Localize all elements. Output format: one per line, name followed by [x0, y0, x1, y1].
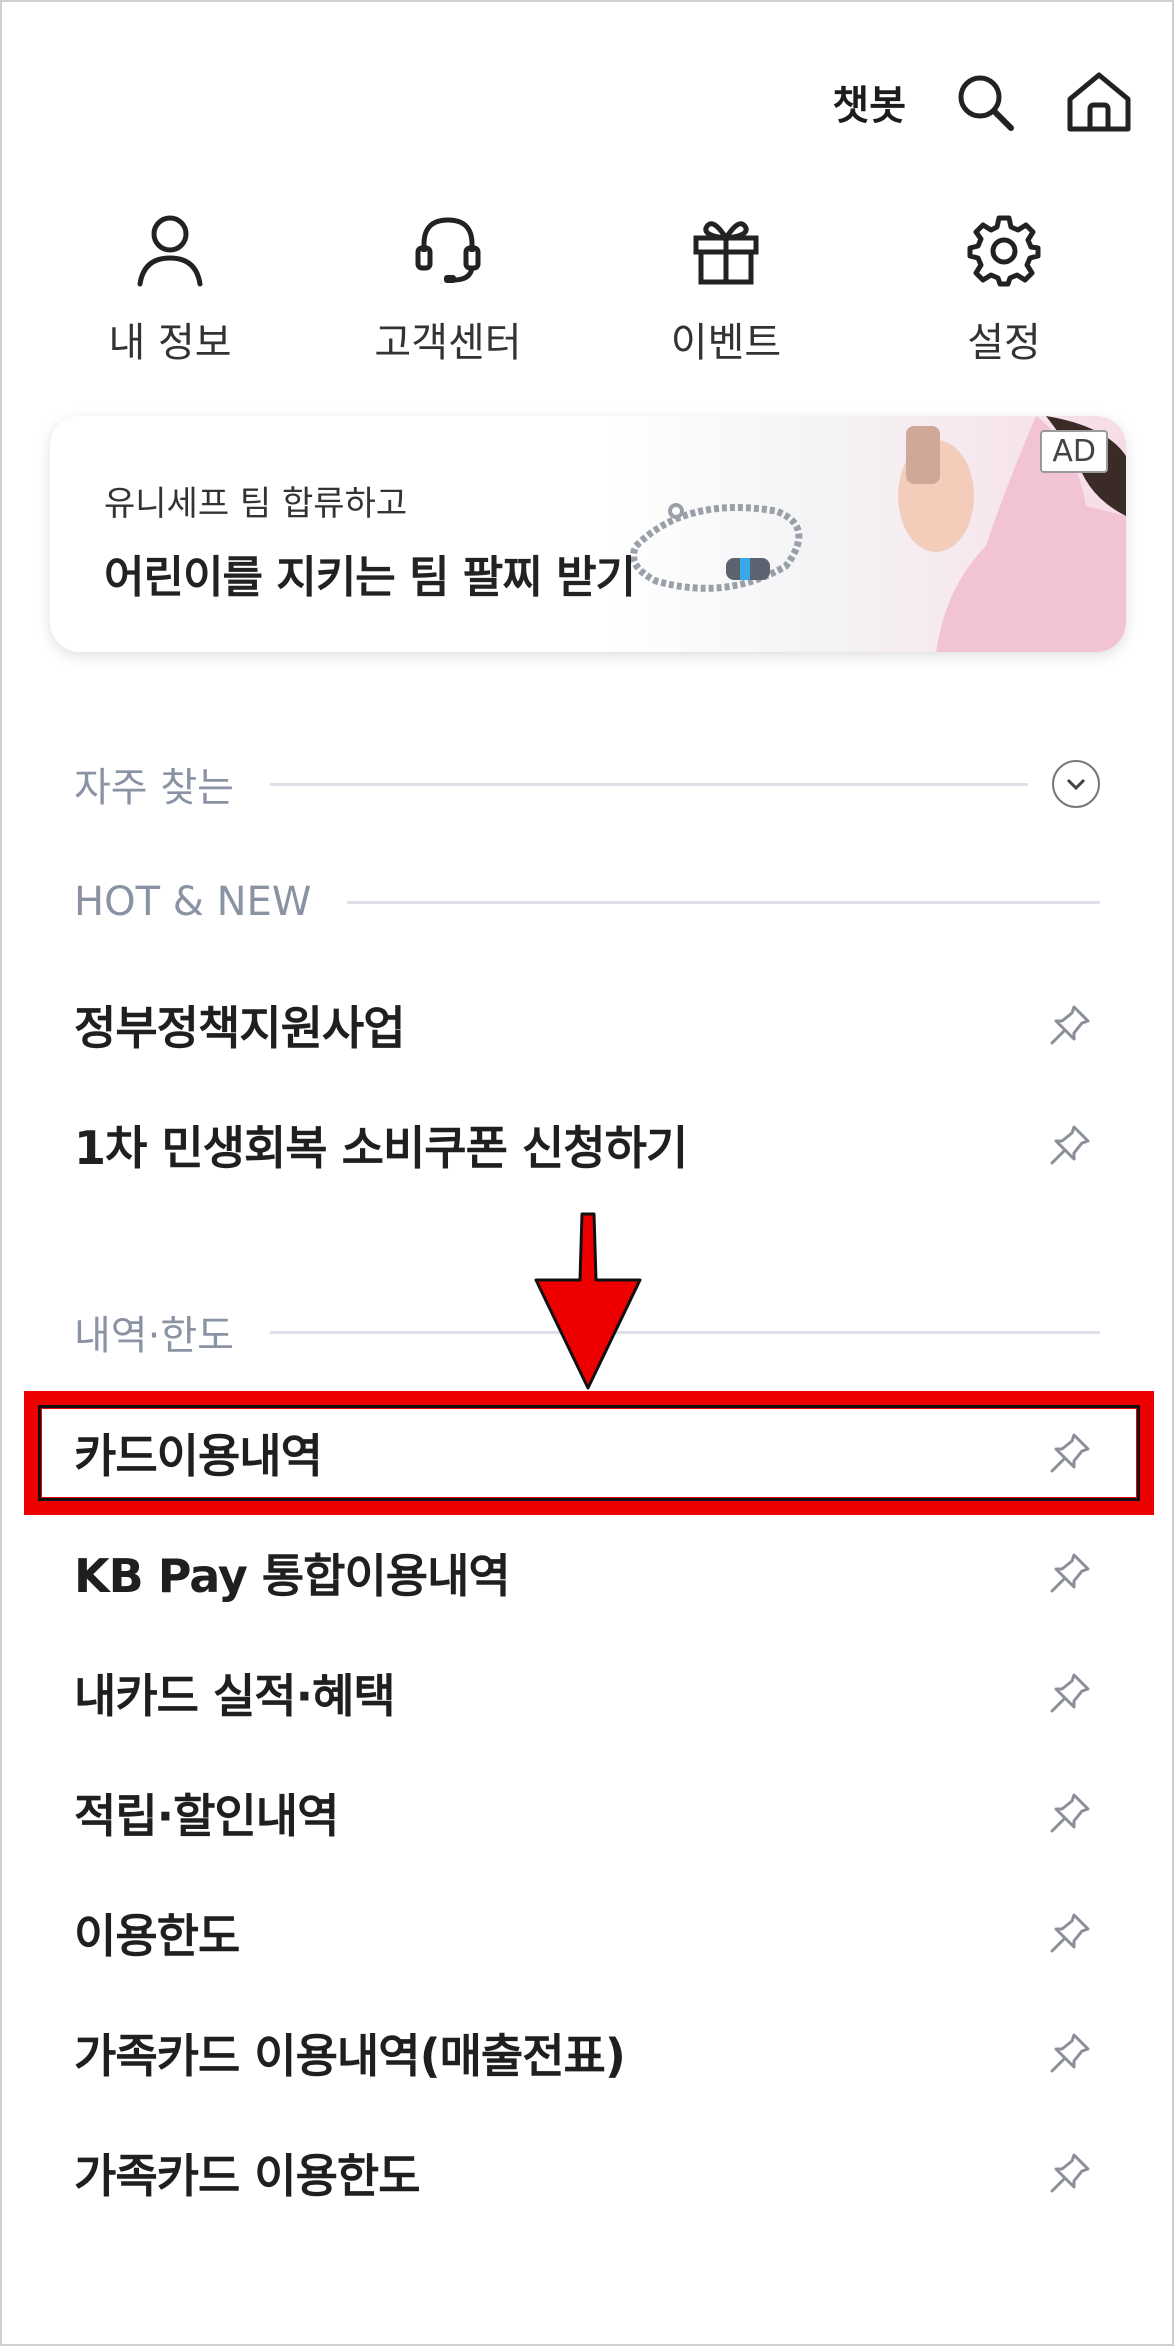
menu-item-label: 내카드 실적·혜택: [74, 1669, 396, 1723]
pin-icon[interactable]: [1040, 2023, 1100, 2083]
pin-icon[interactable]: [1040, 1783, 1100, 1843]
quick-item-label: 설정: [967, 320, 1041, 366]
divider: [269, 782, 1028, 786]
section-title: 자주 찾는: [74, 765, 234, 811]
menu-item[interactable]: 정부정책지원사업: [74, 975, 1100, 1075]
menu-item-label: 정부정책지원사업: [74, 1001, 406, 1055]
section-title: 내역·한도: [74, 1313, 234, 1359]
ad-banner[interactable]: 유니세프 팀 합류하고 어린이를 지키는 팀 팔찌 받기 AD: [50, 416, 1126, 652]
ad-title: 어린이를 지키는 팀 팔찌 받기: [104, 552, 636, 603]
quick-menu: 내 정보 고객센터 이벤트 설정: [50, 210, 1124, 368]
divider: [269, 1330, 1100, 1334]
ad-badge: AD: [1040, 430, 1108, 473]
gift-icon: [686, 210, 766, 290]
menu-item[interactable]: 가족카드 이용내역(매출전표): [74, 2003, 1100, 2103]
section-hot-new: HOT & NEW: [74, 872, 1100, 932]
ad-text: 유니세프 팀 합류하고 어린이를 지키는 팀 팔찌 받기: [104, 476, 636, 605]
section-title: HOT & NEW: [74, 879, 312, 925]
menu-item-label: 가족카드 이용내역(매출전표): [74, 2029, 626, 2083]
menu-item[interactable]: KB Pay 통합이용내역: [74, 1523, 1100, 1623]
search-icon[interactable]: [950, 67, 1020, 137]
menu-item[interactable]: 이용한도: [74, 1883, 1100, 1983]
menu-item-label: 가족카드 이용한도: [74, 2149, 421, 2203]
gear-icon: [964, 210, 1044, 290]
top-header: 챗봇: [832, 62, 1134, 142]
quick-item-event[interactable]: 이벤트: [606, 210, 846, 368]
quick-item-label: 고객센터: [374, 320, 522, 366]
quick-item-my-info[interactable]: 내 정보: [50, 210, 290, 368]
pin-icon[interactable]: [1040, 1543, 1100, 1603]
quick-item-label: 이벤트: [670, 320, 782, 366]
chevron-down-icon: [1066, 778, 1086, 791]
arrow-down-icon: [534, 1212, 642, 1390]
quick-item-label: 내 정보: [108, 320, 232, 366]
section-frequent: 자주 찾는: [74, 754, 1100, 814]
quick-item-settings[interactable]: 설정: [884, 210, 1124, 368]
pin-icon[interactable]: [1040, 2143, 1100, 2203]
highlight-inner-border: [38, 1405, 1140, 1501]
menu-item[interactable]: 1차 민생회복 소비쿠폰 신청하기: [74, 1095, 1100, 1195]
menu-item[interactable]: 적립·할인내역: [74, 1763, 1100, 1863]
chatbot-button[interactable]: 챗봇: [832, 73, 906, 131]
divider: [347, 900, 1100, 904]
expand-button[interactable]: [1052, 760, 1100, 808]
pin-icon[interactable]: [1040, 1115, 1100, 1175]
user-icon: [130, 210, 210, 290]
pin-icon[interactable]: [1040, 1903, 1100, 1963]
menu-item-label: 1차 민생회복 소비쿠폰 신청하기: [74, 1121, 688, 1175]
quick-item-customer-center[interactable]: 고객센터: [328, 210, 568, 368]
menu-item[interactable]: 내카드 실적·혜택: [74, 1643, 1100, 1743]
menu-item-label: 적립·할인내역: [74, 1789, 339, 1843]
menu-item-label: 이용한도: [74, 1909, 240, 1963]
pin-icon[interactable]: [1040, 1663, 1100, 1723]
pin-icon[interactable]: [1040, 995, 1100, 1055]
ad-subtitle: 유니세프 팀 합류하고: [104, 484, 408, 524]
menu-item-label: KB Pay 통합이용내역: [74, 1549, 511, 1603]
headset-icon: [408, 210, 488, 290]
home-icon[interactable]: [1064, 67, 1134, 137]
menu-item[interactable]: 가족카드 이용한도: [74, 2123, 1100, 2223]
